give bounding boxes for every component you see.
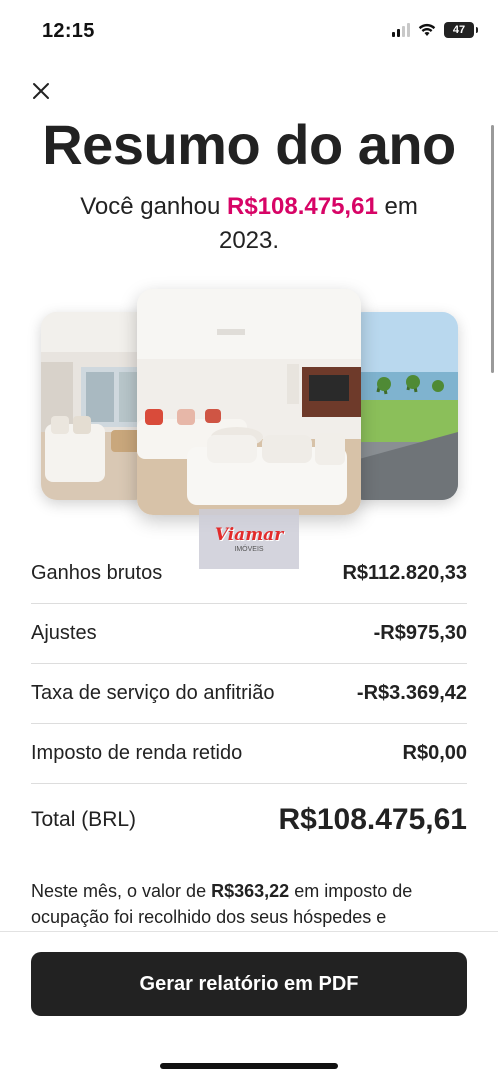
living-room-photo[interactable] bbox=[41, 312, 151, 500]
beach-view-photo[interactable] bbox=[348, 312, 458, 500]
subtitle-prefix: Você ganhou bbox=[80, 193, 221, 220]
close-icon bbox=[33, 83, 49, 99]
status-time: 12:15 bbox=[42, 20, 95, 42]
signal-icon bbox=[392, 23, 410, 37]
summary-row-value: -R$975,30 bbox=[373, 622, 467, 644]
page-subtitle: Você ganhou R$108.475,61 em 2023. bbox=[60, 190, 438, 258]
earnings-summary: Ganhos brutos R$112.820,33 Ajustes -R$97… bbox=[31, 544, 467, 856]
summary-row-adjustments: Ajustes -R$975,30 bbox=[31, 604, 467, 664]
generate-pdf-button[interactable]: Gerar relatório em PDF bbox=[31, 952, 467, 1016]
watermark-logo: Viamar IMÓVEIS bbox=[199, 509, 299, 569]
total-label: Total (BRL) bbox=[31, 808, 137, 831]
living-room-sofa-photo[interactable] bbox=[137, 289, 361, 515]
close-button[interactable] bbox=[28, 78, 54, 104]
battery-level: 47 bbox=[452, 24, 466, 36]
summary-row-value: R$112.820,33 bbox=[342, 562, 467, 584]
summary-total-row: Total (BRL) R$108.475,61 bbox=[31, 784, 467, 856]
footer-divider bbox=[0, 931, 498, 932]
summary-row-label: Imposto de renda retido bbox=[31, 742, 243, 764]
status-bar: 12:15 47 bbox=[0, 0, 498, 60]
summary-row-label: Taxa de serviço do anfitrião bbox=[31, 682, 275, 704]
status-icons: 47 bbox=[392, 22, 478, 38]
summary-row-host-fee: Taxa de serviço do anfitrião -R$3.369,42 bbox=[31, 664, 467, 724]
page-title: Resumo do ano bbox=[42, 113, 456, 176]
total-value: R$108.475,61 bbox=[278, 803, 468, 836]
summary-row-label: Ganhos brutos bbox=[31, 562, 163, 584]
watermark-subtext: IMÓVEIS bbox=[234, 545, 264, 553]
note-amount: R$363,22 bbox=[211, 881, 290, 901]
summary-row-value: -R$3.369,42 bbox=[356, 682, 467, 704]
occupancy-tax-note: Neste mês, o valor de R$363,22 em impost… bbox=[31, 878, 467, 930]
wifi-icon bbox=[418, 23, 436, 36]
summary-row-label: Ajustes bbox=[31, 622, 97, 644]
summary-row-value: R$0,00 bbox=[402, 742, 468, 764]
battery-icon: 47 bbox=[444, 22, 478, 38]
home-indicator[interactable] bbox=[160, 1063, 338, 1069]
watermark-text: Viamar bbox=[214, 524, 284, 545]
summary-row-income-tax: Imposto de renda retido R$0,00 bbox=[31, 724, 467, 784]
subtitle-amount: R$108.475,61 bbox=[227, 193, 378, 220]
note-prefix: Neste mês, o valor de bbox=[31, 881, 207, 901]
photo-gallery[interactable] bbox=[0, 286, 498, 518]
